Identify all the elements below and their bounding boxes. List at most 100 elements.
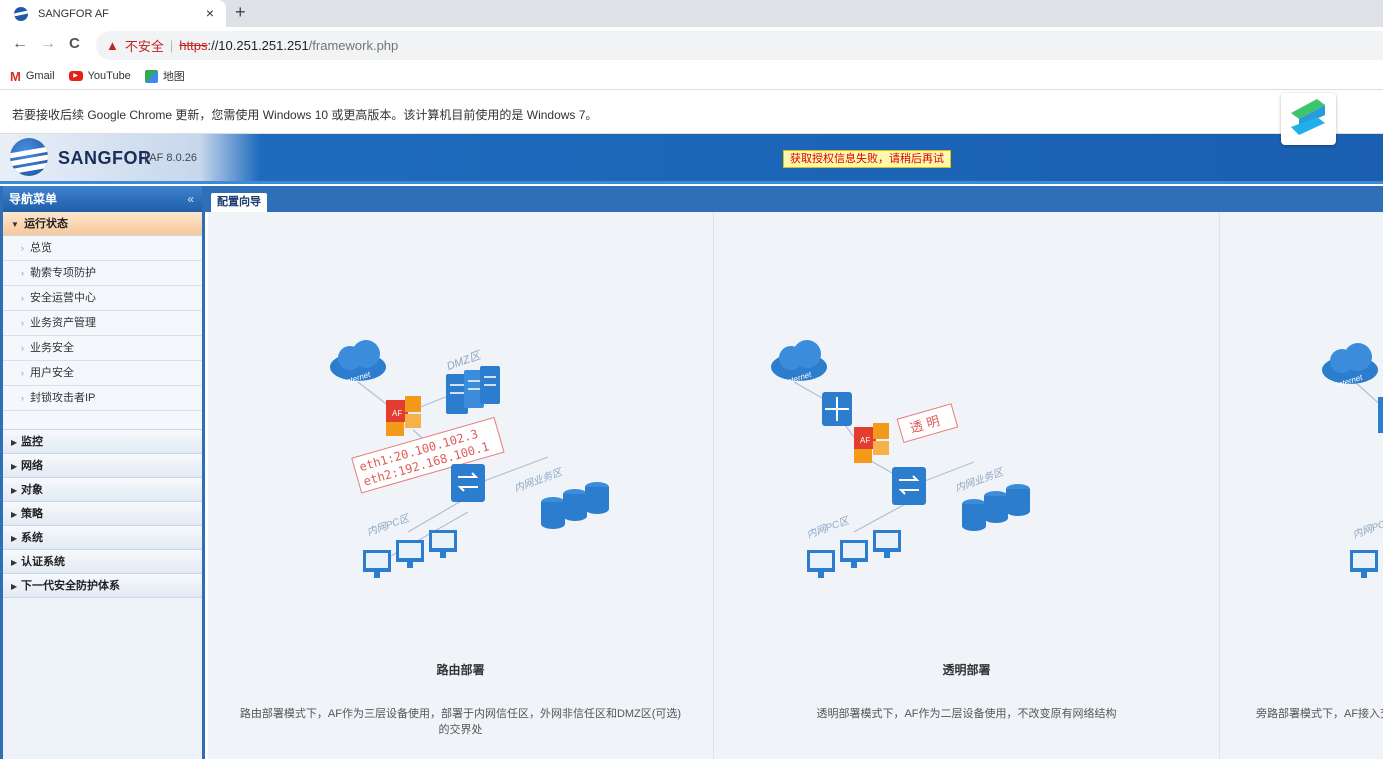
nav-group[interactable]: ▶ 对象	[3, 478, 202, 502]
nav-group[interactable]: ▶ 系统	[3, 526, 202, 550]
chevron-right-icon: ›	[21, 318, 24, 328]
collapse-sidebar-icon[interactable]: «	[187, 186, 194, 212]
sidebar-subitem-label: 安全运营中心	[30, 292, 96, 304]
sangfor-logo-icon	[10, 138, 48, 176]
address-host: ://10.251.251.251	[207, 38, 309, 53]
database-cluster-icon	[962, 484, 1030, 531]
routing-topology-diagram: Internet DMZ区 AF eth1:20.100.102.3 eth2:…	[330, 340, 609, 578]
database-cluster-icon	[541, 482, 609, 529]
nav-group-label: 认证系统	[21, 556, 65, 568]
sidebar-subitem-label: 用户安全	[30, 367, 74, 379]
nav-group-label: 下一代安全防护体系	[21, 580, 120, 592]
sidebar-subitem-label: 勒索专项防护	[30, 267, 96, 279]
app-logo-icon	[1291, 99, 1325, 135]
bookmark-youtube[interactable]: ▶ YouTube	[68, 70, 131, 82]
caret-right-icon: ▶	[11, 462, 18, 471]
youtube-icon: ▶	[68, 71, 83, 81]
pc-monitor-icon	[1350, 550, 1378, 578]
not-secure-warning-icon[interactable]: ▲	[106, 38, 119, 53]
sidebar-subitem[interactable]: › 业务安全	[3, 336, 202, 361]
caret-right-icon: ▶	[11, 438, 18, 447]
address-path: /framework.php	[308, 38, 399, 53]
card-description: 路由部署模式下，AF作为三层设备使用，部署于内网信任区，外网非信任区和DMZ区(…	[239, 708, 682, 736]
card-routing-deployment[interactable]: Internet DMZ区 AF eth1:20.100.102.3 eth2:…	[208, 212, 714, 759]
back-icon[interactable]: ←	[12, 35, 28, 53]
bookmark-label: YouTube	[87, 70, 131, 82]
sidebar-subitem[interactable]: › 安全运营中心	[3, 286, 202, 311]
browser-tab[interactable]: SANGFOR AF ×	[0, 0, 226, 27]
chevron-right-icon: ›	[21, 343, 24, 353]
address-bar[interactable]: ▲ 不安全 | https ://10.251.251.251 /framewo…	[96, 31, 1383, 60]
bookmark-gmail[interactable]: M Gmail	[10, 69, 55, 84]
nav-group[interactable]: ▶ 认证系统	[3, 550, 202, 574]
card-title: 路由部署	[436, 663, 485, 677]
bookmark-maps[interactable]: 地图	[144, 68, 185, 84]
update-infobar: 若要接收后续 Google Chrome 更新，您需使用 Windows 10 …	[0, 90, 1383, 134]
tab-title: SANGFOR AF	[38, 7, 109, 20]
forward-icon[interactable]: →	[40, 35, 56, 53]
close-tab-icon[interactable]: ×	[206, 5, 214, 21]
sidebar-subitem[interactable]: › 勒索专项防护	[3, 261, 202, 286]
internet-cloud-icon: Internet	[1322, 343, 1378, 390]
caret-right-icon: ▶	[11, 510, 18, 519]
sidebar-nav: 导航菜单 « ▼ 运行状态 › 总览 › 勒索专项防护 › 安全运营中心 › 业务资产管理 › 业…	[0, 186, 205, 759]
submenu-padding	[3, 411, 202, 430]
wizard-content: Internet DMZ区 AF eth1:20.100.102.3 eth2:…	[208, 212, 1383, 759]
nav-group[interactable]: ▶ 网络	[3, 454, 202, 478]
brand-name: SANGFOR	[58, 148, 152, 168]
card-description: 透明部署模式下，AF作为二层设备使用，不改变原有网络结构	[816, 708, 1117, 720]
product-version: | AF 8.0.26	[144, 152, 198, 164]
browser-tabstrip: SANGFOR AF × +	[0, 0, 1383, 27]
svg-text:内网PC区: 内网PC区	[365, 512, 412, 539]
nav-group[interactable]: ▶ 策略	[3, 502, 202, 526]
card-bypass-deployment[interactable]: Internet 内网PC 旁路部署模式下，AF接入交	[1220, 212, 1383, 759]
new-tab-button[interactable]: +	[235, 2, 246, 23]
af-firewall-icon: AF	[386, 396, 421, 436]
bookmark-label: 地图	[162, 71, 185, 83]
svg-text:DMZ区: DMZ区	[445, 349, 484, 373]
chevron-right-icon: ›	[21, 393, 24, 403]
card-transparent-deployment[interactable]: Internet AF 透 明 内网业务区 内网PC区 透明部署 透明部署模式下…	[714, 212, 1220, 759]
af-firewall-icon: AF	[854, 423, 889, 463]
floating-app-logo[interactable]	[1281, 93, 1336, 145]
sidebar-subitem[interactable]: › 业务资产管理	[3, 311, 202, 336]
nav-title: 导航菜单	[9, 192, 58, 206]
browser-toolbar: ← → C ▲ 不安全 | https ://10.251.251.251 /f…	[0, 27, 1383, 63]
address-protocol: https	[179, 38, 208, 53]
sidebar-subitem[interactable]: › 封锁攻击者IP	[3, 386, 202, 411]
nav-group-label: 监控	[21, 436, 43, 448]
not-secure-label[interactable]: 不安全	[125, 36, 164, 55]
sidebar-subitem[interactable]: › 总览	[3, 236, 202, 261]
nav-group[interactable]: ▶ 下一代安全防护体系	[3, 574, 202, 598]
switch-icon	[892, 467, 926, 505]
sangfor-favicon-icon	[14, 6, 28, 21]
nav-group-label: 对象	[21, 484, 43, 496]
nav-group-label: 网络	[21, 460, 43, 472]
nav-group-runtime-status[interactable]: ▼ 运行状态	[3, 212, 202, 236]
caret-down-icon: ▼	[11, 220, 19, 229]
chevron-right-icon: ›	[21, 368, 24, 378]
svg-text:内网业务区: 内网业务区	[513, 466, 566, 495]
svg-text:AF: AF	[392, 409, 402, 418]
sidebar-subitem[interactable]: › 用户安全	[3, 361, 202, 386]
nav-header: 导航菜单 «	[3, 186, 202, 212]
chevron-right-icon: ›	[21, 243, 24, 253]
dmz-servers-icon	[446, 366, 500, 414]
infobar-message: 若要接收后续 Google Chrome 更新，您需使用 Windows 10 …	[12, 108, 598, 122]
address-separator: |	[169, 38, 174, 53]
transparent-topology-diagram: Internet AF 透 明 内网业务区 内网PC区	[771, 340, 1030, 578]
bypass-topology-diagram: Internet 内网PC	[1322, 343, 1383, 578]
card-title: 透明部署	[942, 663, 991, 677]
nav-group-label: 策略	[21, 508, 43, 520]
internet-cloud-icon: Internet	[771, 340, 827, 387]
app-header: SANGFOR | AF 8.0.26 获取授权信息失败，请稍后再试	[0, 134, 1383, 184]
svg-text:内网业务区: 内网业务区	[954, 466, 1007, 495]
switch-icon	[451, 464, 485, 502]
tab-config-wizard[interactable]: 配置向导	[211, 193, 267, 212]
chevron-right-icon: ›	[21, 293, 24, 303]
gmail-icon: M	[10, 68, 21, 84]
svg-text:内网PC: 内网PC	[1351, 518, 1383, 541]
sidebar-subitem-label: 封锁攻击者IP	[30, 392, 96, 404]
nav-group[interactable]: ▶ 监控	[3, 430, 202, 454]
reload-icon[interactable]: C	[69, 35, 80, 52]
